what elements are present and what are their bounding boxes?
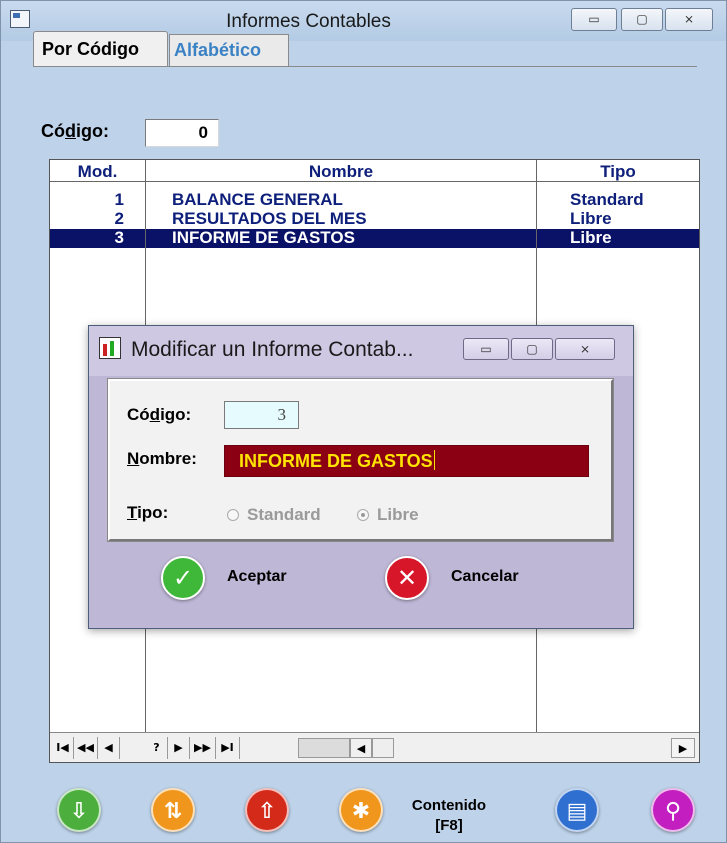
- dialog-maximize-button[interactable]: ▢: [511, 338, 553, 360]
- aceptar-button[interactable]: ✓ Aceptar: [161, 556, 311, 604]
- first-record-button[interactable]: I◀: [52, 737, 74, 759]
- cell-tipo: Libre: [570, 228, 612, 247]
- cell-nombre: INFORME DE GASTOS: [172, 228, 355, 247]
- grid-navigator: I◀ ◀◀ ◀ ? ▶ ▶▶ ▶I ◀ ▶: [50, 732, 699, 762]
- dialog-nombre-input[interactable]: INFORME DE GASTOS: [224, 445, 589, 477]
- scrollbar-thumb[interactable]: [298, 738, 350, 758]
- cancelar-button[interactable]: ✕ Cancelar: [385, 556, 545, 604]
- window-title: Informes Contables: [226, 11, 391, 32]
- minimize-button[interactable]: ▭: [571, 8, 617, 31]
- codigo-label: Código:: [41, 121, 109, 141]
- cell-nombre: BALANCE GENERAL: [172, 190, 343, 209]
- tipo-radio-libre[interactable]: Libre: [357, 505, 419, 525]
- contenido-shortcut: [F8]: [435, 817, 463, 834]
- table-header: Mod. Nombre Tipo: [50, 160, 699, 182]
- table-row-selected[interactable]: 3 INFORME DE GASTOS Libre: [50, 229, 699, 248]
- dialog-tipo-label: Tipo:: [127, 503, 169, 522]
- next-page-button[interactable]: ▶▶: [190, 737, 216, 759]
- cell-mod: 3: [114, 228, 124, 247]
- cell-mod: 1: [114, 190, 124, 209]
- close-button[interactable]: ⨯: [665, 8, 713, 31]
- scrollbar-box[interactable]: [372, 738, 394, 758]
- radio-circle: [227, 509, 239, 521]
- last-record-button[interactable]: ▶I: [216, 737, 240, 759]
- cell-tipo: Standard: [570, 190, 644, 209]
- cell-mod: 2: [114, 209, 124, 228]
- dialog-nombre-label: Nombre:: [127, 449, 197, 468]
- column-header-tipo[interactable]: Tipo: [537, 162, 699, 182]
- codigo-search-input[interactable]: 0: [145, 119, 219, 147]
- tab-por-codigo[interactable]: Por Código: [33, 31, 168, 67]
- maximize-button[interactable]: ▢: [621, 8, 663, 31]
- cancelar-label: Cancelar: [451, 568, 519, 585]
- close-x-icon: ✕: [385, 556, 429, 600]
- table-row[interactable]: 2 RESULTADOS DEL MES Libre: [50, 210, 699, 229]
- dialog-codigo-label: Código:: [127, 405, 192, 424]
- dialog-title-bar[interactable]: Modificar un Informe Contab... ▭ ▢ ⨯: [89, 326, 633, 376]
- arrows-updown-icon[interactable]: ⇅: [151, 788, 195, 832]
- column-header-mod[interactable]: Mod.: [50, 162, 145, 182]
- dialog-minimize-button[interactable]: ▭: [463, 338, 509, 360]
- asterisk-icon[interactable]: ✱: [339, 788, 383, 832]
- scroll-left-button[interactable]: ◀: [350, 738, 372, 758]
- chart-app-icon[interactable]: [99, 337, 121, 359]
- cell-nombre: RESULTADOS DEL MES: [172, 209, 367, 228]
- contenido-button[interactable]: Contenido [F8]: [389, 796, 509, 836]
- table-row[interactable]: 1 BALANCE GENERAL Standard: [50, 191, 699, 210]
- prev-page-button[interactable]: ◀◀: [74, 737, 98, 759]
- prev-record-button[interactable]: ◀: [98, 737, 120, 759]
- search-record-button[interactable]: ?: [146, 737, 168, 759]
- tipo-radio-standard[interactable]: Standard: [227, 505, 321, 525]
- document-icon[interactable]: ▤: [555, 788, 599, 832]
- column-header-nombre[interactable]: Nombre: [146, 162, 536, 182]
- checkmark-icon: ✓: [161, 556, 205, 600]
- radio-circle-selected: [357, 509, 369, 521]
- tab-divider: [33, 66, 697, 67]
- dialog-title: Modificar un Informe Contab...: [131, 338, 414, 361]
- cell-tipo: Libre: [570, 209, 612, 228]
- dialog-codigo-field[interactable]: 3: [224, 401, 299, 429]
- scroll-right-button[interactable]: ▶: [671, 738, 695, 758]
- tab-alfabetico[interactable]: Alfabético: [169, 34, 289, 67]
- exit-walk-icon[interactable]: ⚲: [651, 788, 695, 832]
- modify-report-dialog: Modificar un Informe Contab... ▭ ▢ ⨯ Cód…: [88, 325, 634, 629]
- dialog-close-button[interactable]: ⨯: [555, 338, 615, 360]
- next-record-button[interactable]: ▶: [168, 737, 190, 759]
- aceptar-label: Aceptar: [227, 568, 287, 585]
- contenido-label: Contenido: [411, 797, 487, 814]
- dialog-form-panel: Código: 3 Nombre: INFORME DE GASTOS Tipo…: [107, 378, 614, 542]
- arrow-up-icon[interactable]: ⇧: [245, 788, 289, 832]
- arrow-down-icon[interactable]: ⇩: [57, 788, 101, 832]
